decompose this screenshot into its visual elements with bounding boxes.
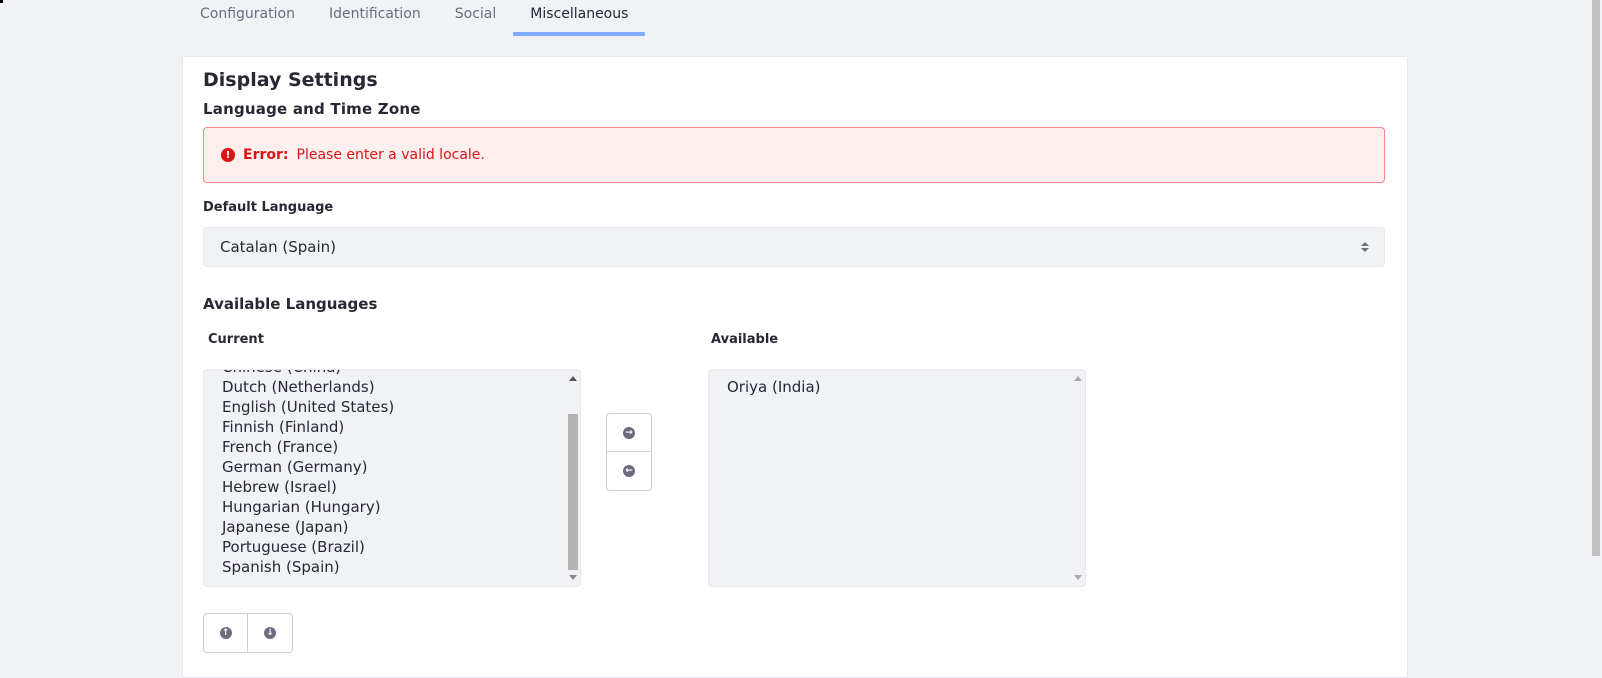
current-list-scrollbar[interactable] xyxy=(566,370,580,586)
list-item[interactable]: English (United States) xyxy=(222,397,394,417)
list-item[interactable]: Oriya (India) xyxy=(727,377,821,397)
default-language-label: Default Language xyxy=(203,200,334,215)
scroll-down-arrow-icon[interactable] xyxy=(1074,575,1082,580)
available-languages-title: Available Languages xyxy=(203,295,378,313)
tab-miscellaneous[interactable]: Miscellaneous xyxy=(513,0,646,36)
arrow-right-circle-icon: → xyxy=(623,426,635,439)
exclamation-circle-icon: ! xyxy=(221,148,235,162)
tab-identification[interactable]: Identification xyxy=(312,0,438,36)
list-item[interactable]: French (France) xyxy=(222,437,394,457)
arrow-up-circle-icon: ↑ xyxy=(219,627,232,639)
list-item[interactable]: Finnish (Finland) xyxy=(222,417,394,437)
list-item[interactable]: Dutch (Netherlands) xyxy=(222,377,394,397)
current-languages-listbox[interactable]: Chinese (China) Dutch (Netherlands) Engl… xyxy=(203,369,581,587)
tab-bar: Configuration Identification Social Misc… xyxy=(183,0,646,36)
reorder-buttons: ↑ ↓ xyxy=(203,613,293,653)
list-item[interactable]: Spanish (Spain) xyxy=(222,557,394,577)
default-language-value: Catalan (Spain) xyxy=(220,238,336,256)
default-language-select[interactable]: Catalan (Spain) xyxy=(203,227,1385,267)
page-title: Display Settings xyxy=(203,69,378,91)
list-item[interactable]: German (Germany) xyxy=(222,457,394,477)
move-up-button[interactable]: ↑ xyxy=(203,613,248,653)
list-item[interactable]: Portuguese (Brazil) xyxy=(222,537,394,557)
section-title: Language and Time Zone xyxy=(203,100,421,118)
arrow-down-circle-icon: ↓ xyxy=(264,627,276,639)
scroll-up-arrow-icon[interactable] xyxy=(1074,376,1082,381)
alert-message: Please enter a valid locale. xyxy=(296,147,485,163)
move-right-button[interactable]: → xyxy=(606,413,652,452)
tab-configuration[interactable]: Configuration xyxy=(183,0,312,36)
move-down-button[interactable]: ↓ xyxy=(248,613,293,653)
display-settings-card: Display Settings Language and Time Zone … xyxy=(182,56,1408,678)
list-item[interactable]: Chinese (China) xyxy=(222,370,394,377)
current-languages-list: Chinese (China) Dutch (Netherlands) Engl… xyxy=(222,370,394,577)
tab-social[interactable]: Social xyxy=(438,0,514,36)
available-list-scrollbar[interactable] xyxy=(1071,370,1085,586)
list-item[interactable]: Japanese (Japan) xyxy=(222,517,394,537)
available-label: Available xyxy=(711,332,779,347)
scroll-up-arrow-icon[interactable] xyxy=(569,376,577,381)
scrollbar-thumb[interactable] xyxy=(568,414,578,570)
current-label: Current xyxy=(208,332,264,347)
move-left-button[interactable]: ← xyxy=(606,452,652,491)
page-scrollbar[interactable] xyxy=(1590,0,1602,661)
scroll-down-arrow-icon[interactable] xyxy=(569,575,577,580)
available-languages-listbox[interactable]: Oriya (India) xyxy=(708,369,1086,587)
arrow-left-circle-icon: ← xyxy=(623,465,635,477)
available-languages-list: Oriya (India) xyxy=(727,377,821,397)
list-item[interactable]: Hungarian (Hungary) xyxy=(222,497,394,517)
select-caret-icon xyxy=(1361,242,1369,252)
alert-lead: Error: xyxy=(243,147,289,163)
move-buttons: → ← xyxy=(606,413,652,491)
list-item[interactable]: Hebrew (Israel) xyxy=(222,477,394,497)
window-corner-marker xyxy=(0,0,3,3)
page-scrollbar-thumb[interactable] xyxy=(1592,0,1600,556)
error-alert: ! Error: Please enter a valid locale. xyxy=(203,127,1385,183)
